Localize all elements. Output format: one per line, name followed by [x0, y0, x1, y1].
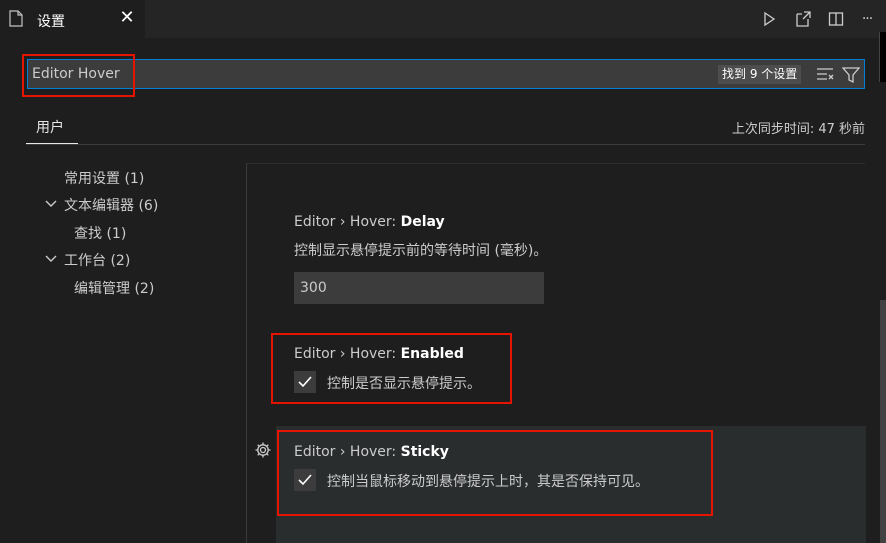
close-icon[interactable]: ✕: [119, 7, 135, 28]
setting-name: Delay: [400, 214, 445, 230]
file-icon: [9, 10, 23, 31]
setting-description: 控制显示悬停提示前的等待时间 (毫秒)。: [294, 243, 548, 259]
filter-icon[interactable]: [841, 66, 861, 88]
more-actions-icon[interactable]: ···: [857, 9, 877, 29]
sticky-highlight-box: [277, 430, 713, 516]
setting-category: Editor › Hover:: [294, 214, 401, 230]
toc-item-text-editor[interactable]: 文本编辑器 (6): [64, 195, 158, 215]
tab-settings[interactable]: 设置 ✕: [0, 0, 145, 38]
toc-item-find[interactable]: 查找 (1): [74, 223, 126, 243]
search-result-count: 找到 9 个设置: [718, 65, 802, 84]
sync-status: 上次同步时间: 47 秒前: [731, 122, 865, 137]
setting-title-delay: Editor › Hover: Delay: [294, 214, 445, 230]
enabled-highlight-box: [271, 333, 512, 404]
settings-search-box[interactable]: 找到 9 个设置: [27, 59, 865, 89]
toc-divider: [246, 163, 247, 543]
divider: [26, 144, 865, 145]
open-settings-json-icon[interactable]: [793, 9, 813, 29]
hover-delay-input[interactable]: [294, 272, 544, 304]
scrollbar[interactable]: [880, 300, 886, 543]
clear-filter-icon[interactable]: [816, 66, 834, 86]
split-editor-icon[interactable]: [826, 9, 846, 29]
tab-title: 设置: [37, 14, 65, 30]
editor-tab-bar: 设置 ✕ ···: [0, 0, 886, 38]
toc-item-editor-management[interactable]: 编辑管理 (2): [74, 278, 154, 298]
list-top-rule: [247, 163, 865, 164]
chevron-down-icon[interactable]: [44, 251, 58, 269]
tab-user[interactable]: 用户: [36, 117, 64, 137]
toc-item-common[interactable]: 常用设置 (1): [64, 168, 144, 188]
gear-icon[interactable]: [254, 441, 272, 463]
toc-item-workbench[interactable]: 工作台 (2): [64, 250, 130, 270]
minimap-edge: [879, 32, 886, 82]
search-highlight-box: [22, 54, 135, 97]
run-icon[interactable]: [759, 9, 779, 29]
chevron-down-icon[interactable]: [44, 196, 58, 214]
